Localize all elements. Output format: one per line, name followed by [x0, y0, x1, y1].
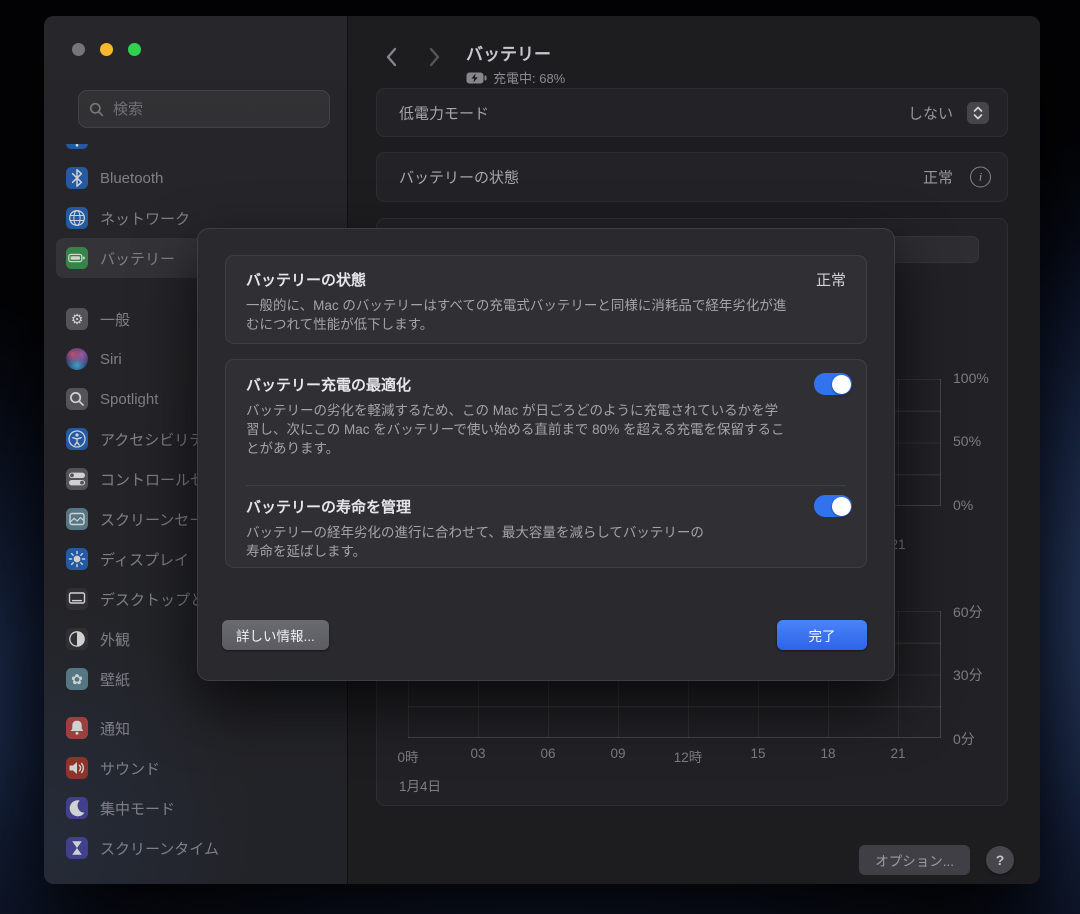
screen-saver-icon — [66, 508, 88, 530]
charging-status: 充電中: 68% — [466, 68, 565, 87]
sidebar-item-wifi[interactable]: Wi-Fi — [56, 144, 338, 158]
sidebar-item-label: 通知 — [100, 718, 130, 739]
manage-lifespan-title: バッテリーの寿命を管理 — [246, 496, 411, 517]
search-icon — [89, 102, 104, 117]
dialog-health-title: バッテリーの状態 — [246, 269, 366, 290]
magnifier-icon — [66, 388, 88, 410]
sidebar-item-label: 集中モード — [100, 798, 175, 819]
low-power-mode-label: 低電力モード — [399, 102, 489, 123]
gear-icon: ⚙ — [66, 308, 88, 330]
control-center-icon — [66, 468, 88, 490]
info-icon[interactable]: i — [970, 167, 991, 188]
bluetooth-icon — [66, 167, 88, 189]
section-divider — [246, 485, 846, 486]
system-settings-window: Wi-Fi Bluetooth ネットワーク バッテリー ⚙ 一般 — [44, 16, 1040, 884]
wallpaper-flower-icon: ✿ — [66, 668, 88, 690]
dialog-health-value: 正常 — [816, 269, 846, 290]
page-title: バッテリー — [466, 40, 551, 65]
battery-health-label: バッテリーの状態 — [399, 167, 519, 188]
manage-lifespan-description: バッテリーの経年劣化の進行に合わせて、最大容量を減らしてバッテリーの寿命を延ばし… — [246, 523, 716, 561]
x-axis-label: 03 — [456, 746, 500, 761]
y-axis-label: 60分 — [953, 602, 983, 622]
low-power-mode-value: しない — [908, 102, 953, 123]
y-axis-label: 50% — [953, 433, 981, 449]
desktop-dock-icon — [66, 588, 88, 610]
toggle-knob — [832, 375, 851, 394]
more-info-button[interactable]: 詳しい情報... — [222, 620, 329, 650]
sidebar-item-label: バッテリー — [100, 248, 175, 269]
y-axis-label: 0分 — [953, 729, 975, 749]
sidebar-item-label: ディスプレイ — [100, 549, 189, 570]
network-globe-icon — [66, 207, 88, 229]
bell-icon — [66, 717, 88, 739]
forward-button[interactable] — [422, 44, 448, 70]
chevron-left-icon — [385, 47, 397, 67]
close-button[interactable] — [72, 43, 85, 56]
siri-icon — [66, 348, 88, 370]
up-down-chevrons-icon — [973, 106, 983, 120]
sidebar-item-label: Wi-Fi — [100, 144, 135, 147]
appearance-icon — [66, 628, 88, 650]
x-axis-label: 06 — [526, 746, 570, 761]
speaker-icon — [66, 757, 88, 779]
x-axis-label: 15 — [736, 746, 780, 761]
optimized-charging-title: バッテリー充電の最適化 — [246, 374, 411, 395]
battery-health-dialog: バッテリーの状態 正常 一般的に、Mac のバッテリーはすべての充電式バッテリー… — [197, 228, 895, 681]
search-field[interactable] — [78, 90, 330, 128]
dialog-health-description: 一般的に、Mac のバッテリーはすべての充電式バッテリーと同様に消耗品で経年劣化… — [246, 296, 791, 334]
sidebar-item-bluetooth[interactable]: Bluetooth — [56, 158, 338, 198]
zoom-button[interactable] — [128, 43, 141, 56]
sidebar-item-label: Siri — [100, 351, 122, 368]
x-axis-label: 18 — [806, 746, 850, 761]
sidebar-item-screen-time[interactable]: スクリーンタイム — [56, 828, 338, 868]
sidebar-group-gap — [56, 699, 338, 708]
moon-icon — [66, 797, 88, 819]
charging-status-text: 充電中: 68% — [493, 68, 565, 87]
sidebar-item-notifications[interactable]: 通知 — [56, 708, 338, 748]
y-axis-label: 0% — [953, 497, 973, 513]
toggle-knob — [832, 497, 851, 516]
back-button[interactable] — [378, 44, 404, 70]
done-button[interactable]: 完了 — [777, 620, 867, 650]
wifi-icon — [66, 144, 88, 149]
battery-health-row: バッテリーの状態 正常 i — [376, 152, 1008, 202]
low-power-mode-row: 低電力モード しない — [376, 88, 1008, 137]
dialog-toggles-section: バッテリー充電の最適化 バッテリーの劣化を軽減するため、この Mac が日ごろど… — [225, 359, 867, 568]
hourglass-icon — [66, 837, 88, 859]
battery-health-value: 正常 — [923, 167, 953, 188]
sidebar-item-label: Spotlight — [100, 391, 158, 408]
sidebar-item-label: 一般 — [100, 309, 130, 330]
sidebar-item-sound[interactable]: サウンド — [56, 748, 338, 788]
battery-icon — [66, 247, 88, 269]
sidebar-item-label: 外観 — [100, 629, 130, 650]
search-input[interactable] — [111, 100, 319, 119]
sidebar-item-label: ネットワーク — [100, 208, 190, 229]
minimize-button[interactable] — [100, 43, 113, 56]
help-button[interactable]: ? — [986, 846, 1014, 874]
y-axis-label: 30分 — [953, 665, 983, 685]
chevron-right-icon — [429, 47, 441, 67]
display-brightness-icon — [66, 548, 88, 570]
sidebar-item-label: スクリーンタイム — [100, 838, 219, 859]
optimized-charging-description: バッテリーの劣化を軽減するため、この Mac が日ごろどのように充電されているか… — [246, 401, 791, 458]
traffic-lights — [72, 43, 141, 56]
x-axis-date-label: 1月4日 — [399, 775, 441, 795]
low-power-mode-popup[interactable] — [967, 102, 989, 124]
y-axis-label: 100% — [953, 370, 989, 386]
dialog-health-section: バッテリーの状態 正常 一般的に、Mac のバッテリーはすべての充電式バッテリー… — [225, 255, 867, 344]
sidebar-item-label: サウンド — [100, 758, 160, 779]
sidebar-item-focus[interactable]: 集中モード — [56, 788, 338, 828]
sidebar-item-label: Bluetooth — [100, 170, 163, 187]
x-axis-label: 12時 — [666, 746, 710, 766]
sidebar-item-label: 壁紙 — [100, 669, 130, 690]
x-axis-label: 09 — [596, 746, 640, 761]
options-button[interactable]: オプション... — [859, 845, 970, 875]
x-axis-label: 0時 — [386, 746, 430, 766]
charging-battery-icon — [466, 72, 487, 84]
accessibility-icon — [66, 428, 88, 450]
manage-lifespan-toggle[interactable] — [814, 495, 852, 517]
optimized-charging-toggle[interactable] — [814, 373, 852, 395]
x-axis-label: 21 — [876, 746, 920, 761]
